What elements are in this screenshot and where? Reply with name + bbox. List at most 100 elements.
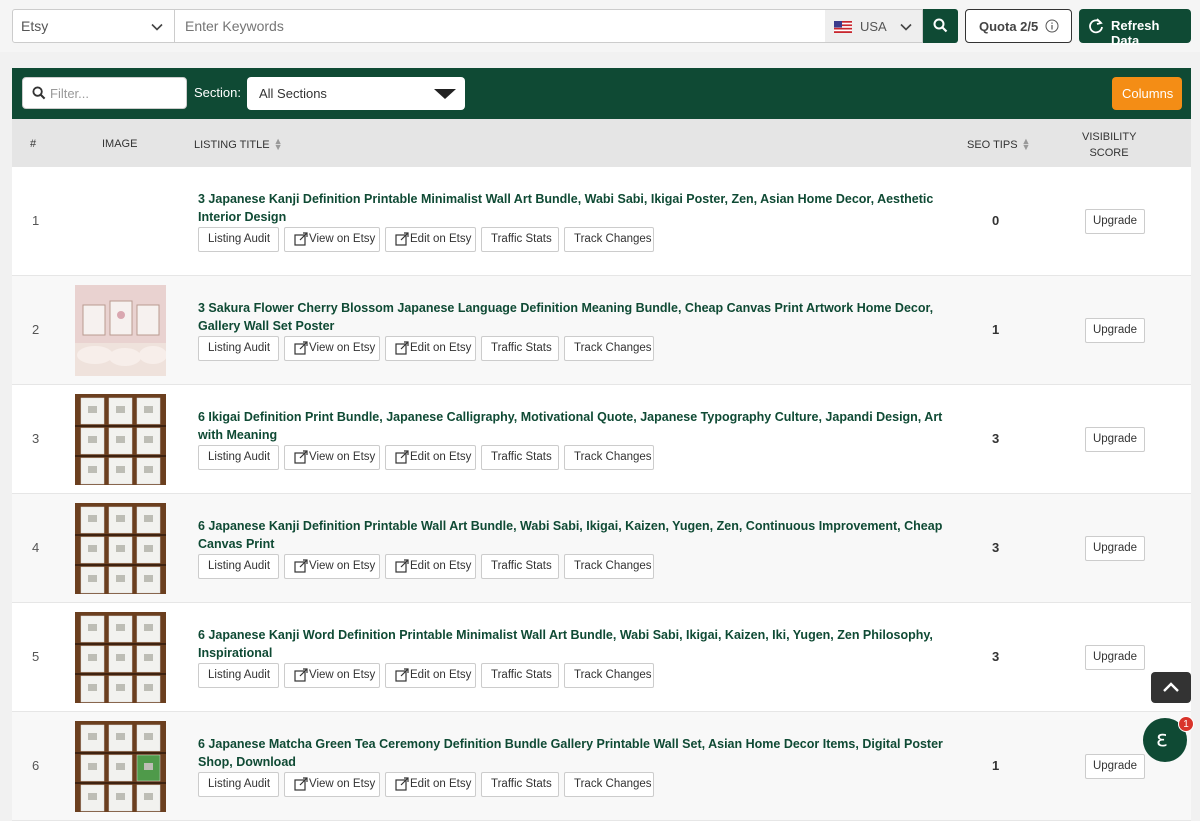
external-link-icon	[395, 232, 409, 246]
seo-tips-count: 3	[992, 540, 1000, 555]
button-label: Track Changes	[574, 669, 652, 681]
search-button[interactable]	[923, 9, 958, 43]
col-seo-header[interactable]: SEO TIPS ▲ ▼	[967, 137, 1030, 152]
traffic-stats-button[interactable]: Traffic Stats	[481, 554, 559, 579]
us-flag-icon	[834, 21, 852, 36]
listing-title[interactable]: 3 Japanese Kanji Definition Printable Mi…	[198, 190, 953, 226]
view-on-etsy-button[interactable]: View on Etsy	[284, 445, 380, 470]
track-changes-button[interactable]: Track Changes	[564, 336, 654, 361]
button-label: Traffic Stats	[491, 233, 552, 245]
country-select[interactable]: USA	[825, 9, 923, 43]
button-label: Track Changes	[574, 342, 652, 354]
section-select[interactable]: All Sections	[247, 77, 465, 110]
button-label: Edit on Etsy	[410, 560, 472, 572]
track-changes-button[interactable]: Track Changes	[564, 227, 654, 252]
traffic-stats-button[interactable]: Traffic Stats	[481, 336, 559, 361]
edit-on-etsy-button[interactable]: Edit on Etsy	[385, 445, 476, 470]
quota-label: Quota 2/5	[979, 19, 1039, 34]
button-label: Track Changes	[574, 560, 652, 572]
listing-thumbnail[interactable]	[75, 721, 166, 814]
listing-thumbnail[interactable]	[75, 285, 167, 376]
button-label: Track Changes	[574, 451, 652, 463]
row-number: 3	[32, 431, 40, 446]
listing-title[interactable]: 6 Japanese Kanji Word Definition Printab…	[198, 626, 953, 662]
edit-on-etsy-button[interactable]: Edit on Etsy	[385, 663, 476, 688]
sort-icon: ▲ ▼	[273, 136, 283, 152]
filter-placeholder: Filter...	[50, 86, 90, 101]
col-visibility-header: VISIBILITY SCORE	[1082, 129, 1136, 161]
refresh-data-button[interactable]: Refresh Data	[1079, 9, 1191, 48]
table-header: # IMAGE LISTING TITLE ▲ ▼ SEO TIPS ▲ ▼ VISIB…	[12, 119, 1191, 167]
chat-widget-button[interactable]: ε 1	[1143, 716, 1194, 762]
listing-thumbnail[interactable]	[75, 612, 166, 705]
table-row: 6 6 Japanese Matcha Green Tea Ceremony De…	[12, 712, 1191, 821]
table-row: 5 6 Japanese Kanji Word Definition Printa…	[12, 603, 1191, 712]
listing-title[interactable]: 3 Sakura Flower Cherry Blossom Japanese …	[198, 299, 953, 335]
visibility-header-line1: VISIBILITY	[1082, 131, 1137, 143]
upgrade-button[interactable]: Upgrade	[1085, 754, 1145, 779]
track-changes-button[interactable]: Track Changes	[564, 554, 654, 579]
traffic-stats-button[interactable]: Traffic Stats	[481, 772, 559, 797]
button-label: Track Changes	[574, 233, 652, 245]
traffic-stats-button[interactable]: Traffic Stats	[481, 663, 559, 688]
keyword-input[interactable]	[175, 9, 827, 43]
row-number: 6	[32, 758, 40, 773]
external-link-icon	[395, 341, 409, 355]
upgrade-button[interactable]: Upgrade	[1085, 209, 1145, 234]
upgrade-button[interactable]: Upgrade	[1085, 645, 1145, 670]
edit-on-etsy-button[interactable]: Edit on Etsy	[385, 554, 476, 579]
button-label: View on Etsy	[309, 669, 376, 681]
view-on-etsy-button[interactable]: View on Etsy	[284, 772, 380, 797]
upgrade-button[interactable]: Upgrade	[1085, 318, 1145, 343]
external-link-icon	[294, 450, 308, 464]
listing-thumbnail[interactable]	[75, 394, 166, 487]
listing-audit-button[interactable]: Listing Audit	[198, 772, 279, 797]
scroll-to-top-button[interactable]	[1151, 672, 1191, 703]
button-label: Upgrade	[1092, 324, 1138, 336]
table-row: 1 3 Japanese Kanji Definition Printable M…	[12, 167, 1191, 276]
upgrade-button[interactable]: Upgrade	[1085, 536, 1145, 561]
listing-title[interactable]: 6 Japanese Matcha Green Tea Ceremony Def…	[198, 735, 953, 771]
external-link-icon	[294, 232, 308, 246]
button-label: Traffic Stats	[491, 778, 552, 790]
columns-button[interactable]: Columns	[1112, 77, 1182, 110]
col-num-header: #	[30, 138, 37, 150]
refresh-label: Refresh Data	[1111, 18, 1160, 48]
button-label: Traffic Stats	[491, 451, 552, 463]
track-changes-button[interactable]: Track Changes	[564, 663, 654, 688]
view-on-etsy-button[interactable]: View on Etsy	[284, 663, 380, 688]
listing-title[interactable]: 6 Japanese Kanji Definition Printable Wa…	[198, 517, 953, 553]
listing-audit-button[interactable]: Listing Audit	[198, 227, 279, 252]
edit-on-etsy-button[interactable]: Edit on Etsy	[385, 772, 476, 797]
button-label: Listing Audit	[208, 669, 271, 681]
listing-audit-button[interactable]: Listing Audit	[198, 445, 279, 470]
title-header-label: LISTING TITLE	[194, 139, 270, 151]
view-on-etsy-button[interactable]: View on Etsy	[284, 554, 380, 579]
view-on-etsy-button[interactable]: View on Etsy	[284, 227, 380, 252]
track-changes-button[interactable]: Track Changes	[564, 445, 654, 470]
button-label: Listing Audit	[208, 560, 271, 572]
quota-indicator[interactable]: Quota 2/5	[965, 9, 1072, 43]
edit-on-etsy-button[interactable]: Edit on Etsy	[385, 336, 476, 361]
col-title-header[interactable]: LISTING TITLE ▲ ▼	[194, 136, 283, 152]
track-changes-button[interactable]: Track Changes	[564, 772, 654, 797]
button-label: Traffic Stats	[491, 669, 552, 681]
button-label: Upgrade	[1092, 760, 1138, 772]
traffic-stats-button[interactable]: Traffic Stats	[481, 227, 559, 252]
traffic-stats-button[interactable]: Traffic Stats	[481, 445, 559, 470]
chat-logo-icon: ε	[1156, 727, 1168, 752]
platform-select[interactable]: Etsy	[12, 9, 175, 43]
filter-input[interactable]: Filter...	[22, 77, 187, 109]
listing-thumbnail[interactable]	[75, 503, 166, 596]
listing-title[interactable]: 6 Ikigai Definition Print Bundle, Japane…	[198, 408, 953, 444]
upgrade-button[interactable]: Upgrade	[1085, 427, 1145, 452]
button-label: View on Etsy	[309, 451, 376, 463]
view-on-etsy-button[interactable]: View on Etsy	[284, 336, 380, 361]
listing-audit-button[interactable]: Listing Audit	[198, 663, 279, 688]
seo-tips-count: 3	[992, 431, 1000, 446]
edit-on-etsy-button[interactable]: Edit on Etsy	[385, 227, 476, 252]
button-label: Upgrade	[1092, 433, 1138, 445]
listing-audit-button[interactable]: Listing Audit	[198, 336, 279, 361]
seo-tips-count: 1	[992, 758, 1000, 773]
listing-audit-button[interactable]: Listing Audit	[198, 554, 279, 579]
